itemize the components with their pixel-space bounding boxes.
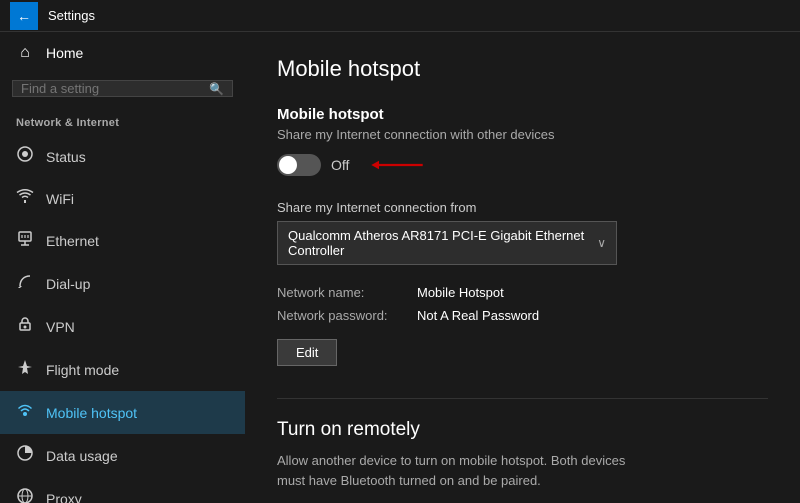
- chevron-down-icon: ∨: [597, 236, 606, 250]
- sidebar-item-label: Dial-up: [46, 276, 90, 292]
- sidebar-item-flightmode[interactable]: Flight mode: [0, 348, 245, 391]
- sidebar-item-label: Proxy: [46, 491, 82, 503]
- edit-button[interactable]: Edit: [277, 339, 337, 366]
- back-button[interactable]: ←: [10, 2, 38, 30]
- page-title: Mobile hotspot: [277, 56, 768, 82]
- app-title: Settings: [48, 8, 95, 23]
- content-area: Mobile hotspot Mobile hotspot Share my I…: [245, 32, 800, 503]
- sidebar-item-ethernet[interactable]: Ethernet: [0, 219, 245, 262]
- flightmode-icon: [16, 358, 34, 381]
- sidebar-item-label: WiFi: [46, 191, 74, 207]
- main-layout: ⌂ Home 🔍 Network & Internet Status WiFi …: [0, 32, 800, 503]
- sidebar-item-label: VPN: [46, 319, 75, 335]
- share-from-dropdown[interactable]: Qualcomm Atheros AR8171 PCI-E Gigabit Et…: [277, 221, 617, 265]
- search-input[interactable]: [13, 81, 201, 96]
- mobilehotspot-icon: [16, 401, 34, 424]
- network-name-label: Network name:: [277, 285, 417, 300]
- sidebar-item-vpn[interactable]: VPN: [0, 305, 245, 348]
- remote-section-desc: Allow another device to turn on mobile h…: [277, 451, 657, 490]
- hotspot-section-title: Mobile hotspot: [277, 106, 768, 123]
- share-from-label: Share my Internet connection from: [277, 200, 768, 215]
- sidebar-item-label: Flight mode: [46, 362, 119, 378]
- sidebar: ⌂ Home 🔍 Network & Internet Status WiFi …: [0, 32, 245, 503]
- sidebar-item-mobilehotspot[interactable]: Mobile hotspot: [0, 391, 245, 434]
- sidebar-item-dialup[interactable]: Dial-up: [0, 262, 245, 305]
- datausage-icon: [16, 444, 34, 467]
- network-password-label: Network password:: [277, 308, 417, 323]
- vpn-icon: [16, 315, 34, 338]
- sidebar-section-title: Network & Internet: [0, 109, 245, 135]
- network-name-value: Mobile Hotspot: [417, 285, 768, 300]
- proxy-icon: [16, 487, 34, 503]
- hotspot-toggle-row: Off: [277, 154, 768, 176]
- status-icon: [16, 145, 34, 168]
- share-from-section: Share my Internet connection from Qualco…: [277, 200, 768, 265]
- wifi-icon: [16, 188, 34, 209]
- remote-section-title: Turn on remotely: [277, 419, 768, 441]
- hotspot-arrow-annotation: [367, 154, 427, 176]
- sidebar-item-proxy[interactable]: Proxy: [0, 477, 245, 503]
- hotspot-toggle-label: Off: [331, 157, 349, 173]
- hotspot-section-desc: Share my Internet connection with other …: [277, 127, 768, 142]
- hotspot-toggle[interactable]: [277, 154, 321, 176]
- home-icon: ⌂: [16, 44, 34, 62]
- sidebar-item-label: Data usage: [46, 448, 118, 464]
- network-info-grid: Network name: Mobile Hotspot Network pas…: [277, 285, 768, 323]
- search-icon: 🔍: [201, 82, 232, 96]
- section-divider: [277, 398, 768, 399]
- title-bar: ← Settings: [0, 0, 800, 32]
- home-label: Home: [46, 45, 83, 61]
- sidebar-item-datausage[interactable]: Data usage: [0, 434, 245, 477]
- back-icon: ←: [17, 8, 31, 24]
- sidebar-item-home[interactable]: ⌂ Home: [0, 32, 245, 74]
- dialup-icon: [16, 272, 34, 295]
- sidebar-item-label: Mobile hotspot: [46, 405, 137, 421]
- network-password-value: Not A Real Password: [417, 308, 768, 323]
- sidebar-item-label: Ethernet: [46, 233, 99, 249]
- hotspot-toggle-knob: [279, 156, 297, 174]
- sidebar-item-status[interactable]: Status: [0, 135, 245, 178]
- search-box[interactable]: 🔍: [12, 80, 233, 97]
- ethernet-icon: [16, 229, 34, 252]
- sidebar-item-wifi[interactable]: WiFi: [0, 178, 245, 219]
- sidebar-item-label: Status: [46, 149, 86, 165]
- dropdown-value: Qualcomm Atheros AR8171 PCI-E Gigabit Et…: [288, 228, 597, 258]
